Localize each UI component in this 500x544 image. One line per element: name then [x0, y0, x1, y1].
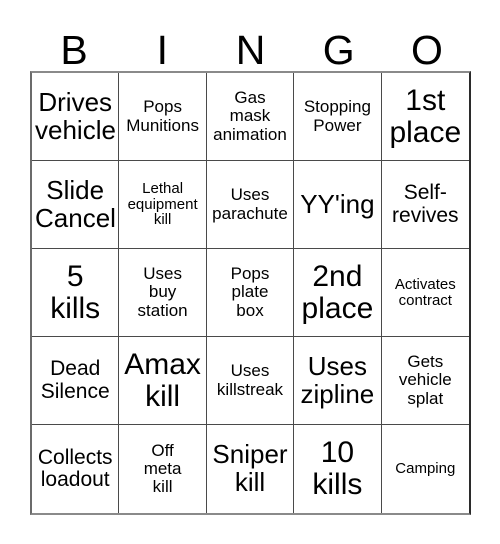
- bingo-cell-r2c2[interactable]: Lethal equipment kill: [119, 161, 207, 249]
- bingo-cell-r3c2[interactable]: Uses buy station: [119, 249, 207, 337]
- bingo-header-letter-o: O: [410, 27, 443, 73]
- bingo-cell-r2c4[interactable]: YY'ing: [294, 161, 382, 249]
- bingo-cell-label: Dead Silence: [40, 357, 110, 403]
- bingo-cell-label: 1st place: [389, 83, 462, 149]
- bingo-cell-r5c2[interactable]: Off meta kill: [119, 425, 207, 513]
- bingo-cell-r5c4[interactable]: 10 kills: [294, 425, 382, 513]
- bingo-cell-r2c3[interactable]: Uses parachute: [206, 161, 295, 249]
- bingo-cell-r5c1[interactable]: Collects loadout: [32, 425, 120, 513]
- bingo-header-letter-g: G: [322, 27, 355, 73]
- bingo-cell-label: Camping: [395, 460, 456, 478]
- bingo-cell-label: 2nd place: [301, 259, 374, 325]
- bingo-cell-r4c1[interactable]: Dead Silence: [32, 337, 120, 425]
- bingo-cell-label: Pops Munitions: [126, 97, 199, 135]
- bingo-cell-label: Drives vehicle: [35, 86, 116, 145]
- bingo-cell-label: Collects loadout: [37, 445, 113, 491]
- bingo-cell-r1c4[interactable]: Stopping Power: [294, 73, 382, 161]
- bingo-cell-label: Gets vehicle splat: [398, 352, 452, 408]
- bingo-cell-label: Gas mask animation: [213, 88, 287, 144]
- bingo-cell-r1c2[interactable]: Pops Munitions: [119, 73, 207, 161]
- bingo-header-letter-b: B: [60, 27, 88, 73]
- bingo-cell-label: 5 kills: [50, 259, 101, 325]
- bingo-cell-r5c5[interactable]: Camping: [381, 425, 469, 513]
- bingo-cell-r4c4[interactable]: Uses zipline: [294, 337, 382, 425]
- bingo-cell-label: Uses parachute: [212, 185, 288, 223]
- bingo-cell-label: Activates contract: [394, 275, 456, 309]
- bingo-cell-label: Uses buy station: [137, 264, 188, 320]
- bingo-cell-r3c4[interactable]: 2nd place: [294, 249, 382, 337]
- bingo-cell-r3c5[interactable]: Activates contract: [381, 249, 469, 337]
- bingo-cell-r4c5[interactable]: Gets vehicle splat: [381, 337, 469, 425]
- bingo-cell-r4c3[interactable]: Uses killstreak: [206, 337, 295, 425]
- bingo-cell-r2c5[interactable]: Self- revives: [381, 161, 469, 249]
- bingo-cell-label: Lethal equipment kill: [127, 179, 198, 229]
- bingo-cell-label: Sniper kill: [212, 439, 288, 497]
- bingo-cell-r1c3[interactable]: Gas mask animation: [206, 73, 295, 161]
- bingo-cell-label: 10 kills: [312, 436, 363, 501]
- bingo-cell-r1c1[interactable]: Drives vehicle: [32, 73, 120, 161]
- bingo-cell-label: Stopping Power: [303, 97, 371, 135]
- bingo-header-letter-n: N: [235, 27, 266, 73]
- bingo-header: BINGO: [30, 14, 471, 71]
- bingo-cell-label: Slide Cancel: [35, 174, 116, 233]
- bingo-cell-r2c1[interactable]: Slide Cancel: [32, 161, 120, 249]
- bingo-cell-r1c5[interactable]: 1st place: [381, 73, 469, 161]
- bingo-cell-r3c3[interactable]: Pops plate box: [206, 249, 295, 337]
- bingo-cell-r4c2[interactable]: Amax kill: [119, 337, 207, 425]
- bingo-cell-label: Pops plate box: [230, 264, 270, 320]
- bingo-cell-label: Off meta kill: [143, 440, 182, 496]
- bingo-cell-label: Self- revives: [392, 181, 459, 227]
- bingo-grid: Drives vehicle Pops Munitions Gas mask ani…: [30, 71, 471, 515]
- bingo-header-letter-i: I: [156, 27, 168, 73]
- bingo-cell-label: YY'ing: [300, 188, 375, 219]
- bingo-cell-label: Uses zipline: [300, 350, 375, 409]
- bingo-cell-r5c3[interactable]: Sniper kill: [206, 425, 295, 513]
- bingo-cell-label: Amax kill: [124, 347, 201, 413]
- bingo-cell-label: Uses killstreak: [216, 361, 284, 399]
- bingo-card: B I N G O Drives vehicle Pops Munitions Gas ma…: [0, 0, 500, 544]
- bingo-cell-r3c1[interactable]: 5 kills: [32, 249, 120, 337]
